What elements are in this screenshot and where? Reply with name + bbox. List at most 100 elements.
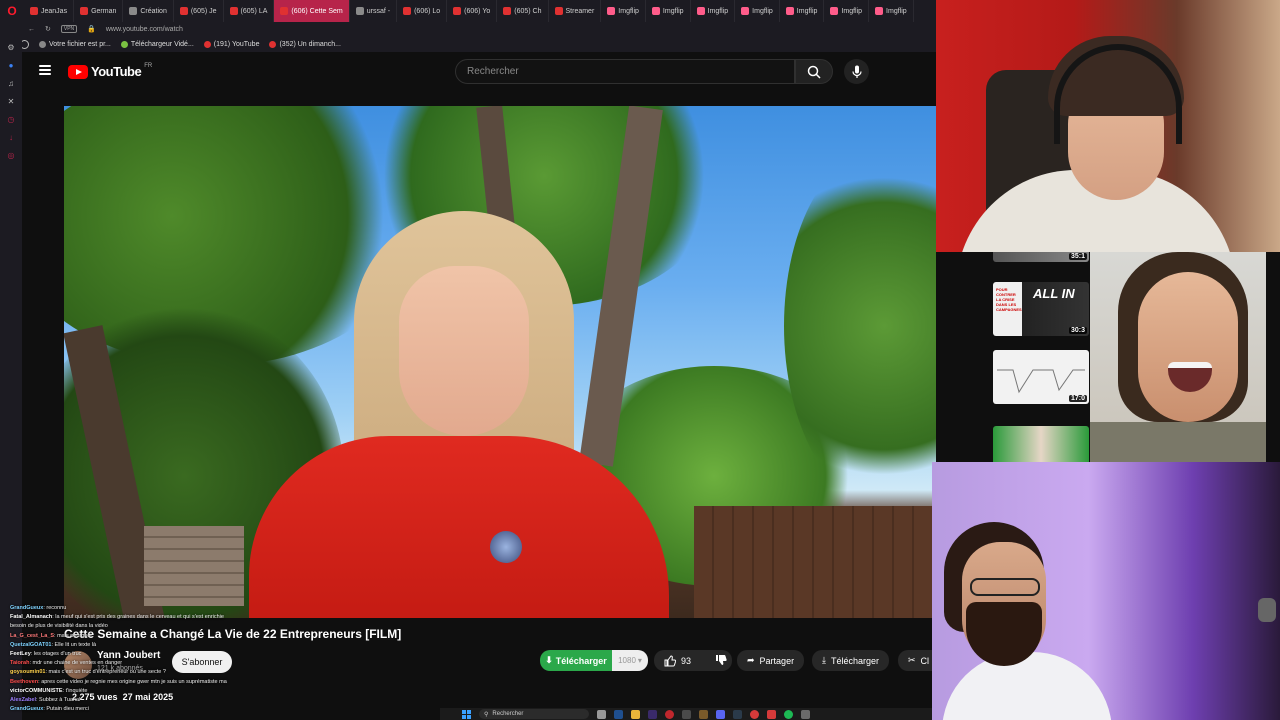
settings-icon[interactable]: ⚙ — [6, 42, 16, 52]
recommended-videos-strip: 35:1 POUR CONTRER LA CRISE DANS LES CAMP… — [978, 252, 1090, 462]
browser-tab[interactable]: Streamer — [549, 0, 602, 22]
youtube-logo[interactable]: YouTube FR — [68, 63, 152, 79]
reload-icon[interactable]: ↻ — [45, 25, 51, 33]
hamburger-menu-icon[interactable] — [39, 65, 51, 75]
download-button[interactable]: ⤓ Télécharger — [812, 650, 890, 671]
browser-tab[interactable]: Imgflip — [646, 0, 691, 22]
tiktok-icon[interactable]: ♫ — [6, 78, 16, 88]
file-explorer-icon[interactable] — [597, 709, 606, 719]
browser-tab[interactable]: Création — [123, 0, 174, 22]
chat-username[interactable]: AlexZabel — [10, 697, 36, 703]
app-icon[interactable] — [767, 709, 776, 719]
messenger-icon[interactable]: ● — [6, 60, 16, 70]
x-icon[interactable]: ✕ — [6, 96, 16, 106]
recommended-video-thumbnail[interactable]: 17:0 — [993, 350, 1089, 404]
browser-tab-bar: O JeanJas German Création (605) Je (605)… — [0, 0, 936, 22]
chat-username[interactable]: victorCOMMUNISTE — [10, 688, 63, 694]
microphone-arm-icon — [1258, 598, 1276, 622]
app-icon[interactable] — [682, 709, 691, 719]
vpn-badge-icon[interactable]: VPN — [60, 25, 78, 33]
bookmark-label: Téléchargeur Vidé... — [130, 40, 194, 48]
chat-username[interactable]: QuetzalGOAT01 — [10, 642, 51, 648]
app-icon[interactable] — [801, 709, 810, 719]
like-button[interactable]: 93 — [664, 654, 691, 667]
browser-tab[interactable]: (605) Je — [174, 0, 224, 22]
voice-search-button[interactable] — [844, 59, 869, 84]
browser-tab-active[interactable]: (606) Cette Sem — [274, 0, 350, 22]
chat-username[interactable]: Fatal_Almanach — [10, 614, 52, 620]
history-icon[interactable]: ◷ — [6, 114, 16, 124]
back-arrow-icon[interactable]: ← — [28, 26, 35, 33]
address-bar: ← ↻ VPN 🔒 www.youtube.com/watch — [0, 22, 936, 36]
clip-label: Cl — [920, 655, 930, 666]
steam-icon[interactable] — [733, 709, 742, 719]
browser-tab[interactable]: (606) Lo — [397, 0, 448, 22]
search-input[interactable]: Rechercher — [455, 59, 795, 84]
browser-tab[interactable]: Imgflip — [780, 0, 825, 22]
dislike-button[interactable] — [715, 654, 727, 668]
video-bench — [144, 526, 244, 606]
photoshop-icon[interactable] — [614, 709, 623, 719]
bookmark-label: (191) YouTube — [213, 40, 260, 48]
thumbnail-caption: POUR CONTRER LA CRISE DANS LES CAMPAGNES — [996, 287, 1022, 312]
browser-tab[interactable]: JeanJas — [24, 0, 75, 22]
chat-message: FeetLey: les otages d'un truc — [10, 650, 250, 659]
app-icon[interactable] — [699, 709, 708, 719]
recommended-video-thumbnail[interactable] — [993, 426, 1089, 462]
browser-tab[interactable]: Imgflip — [691, 0, 736, 22]
chat-text: t'inquiète — [65, 687, 88, 694]
chat-username[interactable]: goysoumin01 — [10, 669, 45, 675]
imgflip-favicon-icon — [785, 7, 794, 15]
recommended-video-thumbnail[interactable]: POUR CONTRER LA CRISE DANS LES CAMPAGNES… — [993, 282, 1089, 336]
browser-tab[interactable]: Imgflip — [601, 0, 646, 22]
chat-username[interactable]: FeetLey — [10, 651, 31, 657]
bookmark-item[interactable]: Votre fichier est pr... — [39, 40, 111, 48]
url-text[interactable]: www.youtube.com/watch — [106, 26, 183, 33]
browser-tab[interactable]: (605) Ch — [497, 0, 549, 22]
recommended-video-thumbnail[interactable]: 35:1 — [993, 252, 1089, 262]
chat-username[interactable]: La_G_cest_La_S — [10, 633, 54, 639]
tab-label: Imgflip — [618, 7, 639, 15]
chat-username[interactable]: GrandGueux — [10, 706, 43, 712]
opera-logo-icon[interactable]: O — [0, 0, 24, 22]
browser-tab[interactable]: (605) LA — [224, 0, 275, 22]
browser-tab[interactable]: German — [74, 0, 124, 22]
bookmark-item[interactable]: Téléchargeur Vidé... — [120, 40, 194, 48]
browser-tab[interactable]: urssaf - — [350, 0, 398, 22]
tab-label: Imgflip — [796, 7, 818, 15]
thumbs-down-icon — [716, 654, 727, 665]
spotify-icon[interactable] — [784, 709, 793, 719]
video-duration: 17:0 — [1068, 395, 1087, 402]
quality-select[interactable]: 1080 ▾ — [612, 650, 648, 671]
search-button[interactable] — [795, 59, 833, 84]
downloads-icon[interactable]: ↓ — [6, 132, 16, 142]
imgflip-favicon-icon — [830, 7, 839, 15]
taskbar-search[interactable]: ⚲ Rechercher — [479, 709, 589, 719]
chat-username[interactable]: Beethoven — [10, 679, 38, 685]
chat-username[interactable]: GrandGueux — [10, 605, 43, 611]
video-player[interactable] — [64, 106, 936, 618]
discord-icon[interactable] — [716, 709, 725, 719]
share-button[interactable]: ➦ Partager — [737, 650, 805, 671]
browser-tab[interactable]: Imgflip — [824, 0, 870, 22]
extensions-icon[interactable]: ◎ — [6, 150, 16, 160]
browser-tab[interactable]: (606) Yo — [447, 0, 498, 22]
windows-start-icon[interactable] — [462, 709, 471, 719]
browser-tab[interactable]: Imgflip — [735, 0, 780, 22]
clip-button[interactable]: ✂ Cl — [898, 650, 936, 671]
bookmark-item[interactable]: (191) YouTube — [203, 40, 260, 48]
youtube-logo-text: YouTube — [91, 64, 142, 79]
app-icon[interactable] — [750, 709, 759, 719]
premiere-icon[interactable] — [648, 709, 657, 719]
browser-tab[interactable]: Imgflip — [869, 0, 914, 22]
bookmark-favicon-icon — [39, 40, 46, 48]
tab-label: (605) LA — [240, 7, 268, 15]
download-extension-button[interactable]: ⬇ Télécharger — [540, 650, 612, 671]
bookmark-label: (352) Un dimanch... — [279, 40, 341, 48]
bookmark-item[interactable]: (352) Un dimanch... — [269, 40, 341, 48]
chat-username[interactable]: Taiorah — [10, 660, 29, 666]
opera-icon[interactable] — [665, 709, 674, 719]
chat-message: Taiorah: mdr une chaine de ventes en dan… — [10, 659, 250, 668]
folder-icon[interactable] — [631, 709, 640, 719]
chat-message: La_G_cest_La_S: mais pourquoi — [10, 632, 250, 641]
